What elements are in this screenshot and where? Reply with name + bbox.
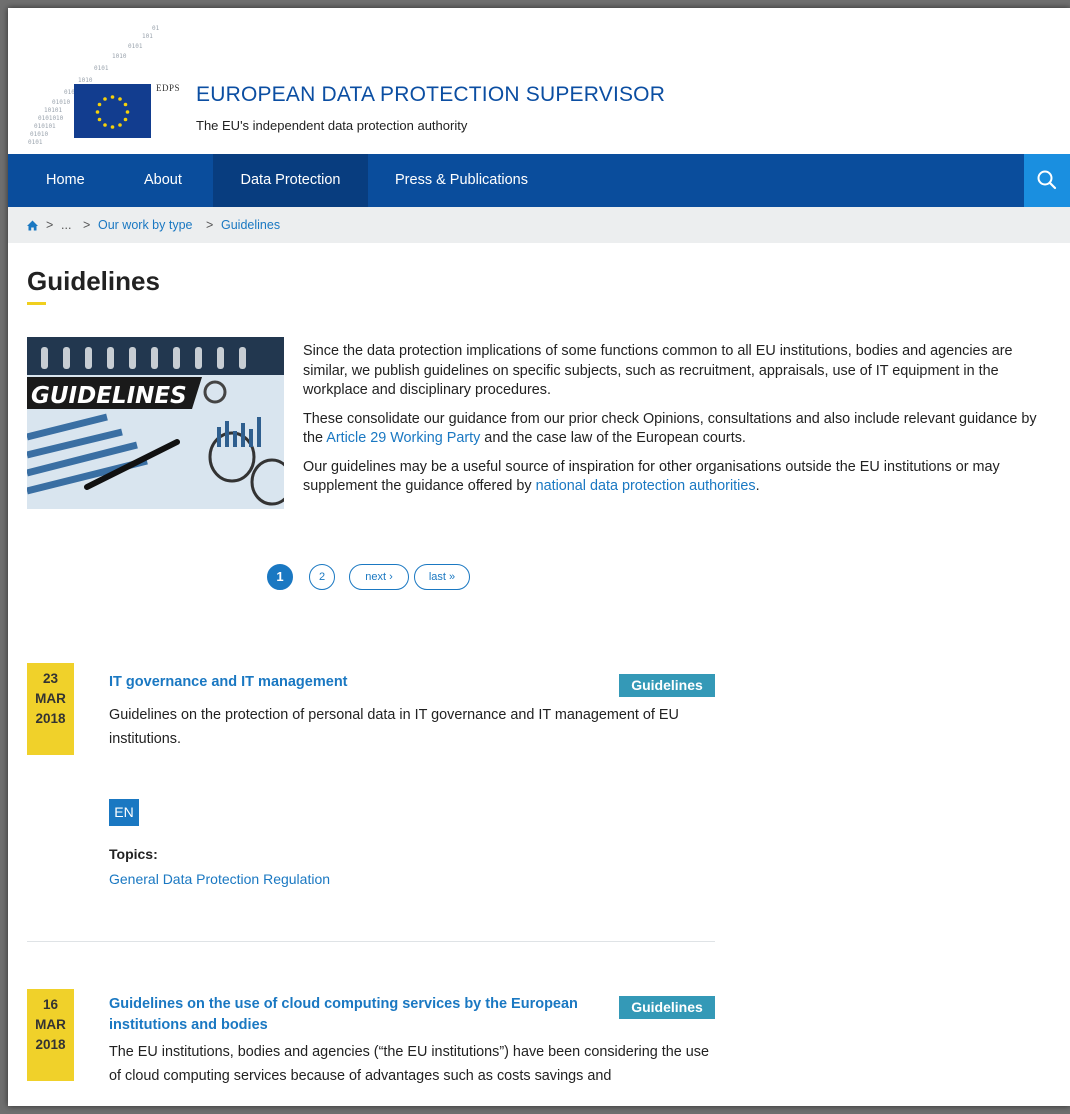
breadcrumb-sep: > — [83, 218, 91, 232]
site-title[interactable]: EUROPEAN DATA PROTECTION SUPERVISOR — [196, 83, 665, 107]
search-icon — [1037, 170, 1057, 190]
intro-paragraph-3: Our guidelines may be a useful source of… — [303, 458, 1000, 495]
main-nav: Home About Data Protection Press & Publi… — [8, 154, 1070, 207]
nav-item-press-publications[interactable]: Press & Publications — [395, 154, 555, 207]
item-divider — [27, 941, 715, 942]
next-page-button[interactable]: next › — [349, 564, 409, 590]
intro-paragraph-2: These consolidate our guidance from our … — [303, 410, 1037, 447]
page-title: Guidelines — [27, 266, 160, 296]
national-dpa-link[interactable]: national data protection authorities — [536, 478, 756, 494]
page-2-button[interactable]: 2 — [309, 564, 335, 590]
site-header: 0101 01010 010101 0101010 10101 01010 0101 10… — [8, 8, 1070, 154]
svg-text:10101: 10101 — [44, 107, 62, 114]
svg-text:1010: 1010 — [112, 53, 127, 60]
svg-text:0101: 0101 — [28, 139, 43, 146]
intro-paragraph-1: Since the data protection implications o… — [303, 343, 1013, 398]
last-page-button[interactable]: last » — [414, 564, 470, 590]
browser-page: 0101 01010 010101 0101010 10101 01010 0101 10… — [8, 8, 1070, 1106]
edps-logo[interactable]: 0101 01010 010101 0101010 10101 01010 0101 10… — [24, 20, 180, 148]
breadcrumb: > ... > Our work by type > Guidelines — [8, 207, 1070, 243]
list-item: 16 MAR 2018 Guidelines on the use of clo… — [27, 983, 715, 1106]
language-en-button[interactable]: EN — [109, 799, 139, 826]
item-description: The EU institutions, bodies and agencies… — [109, 1044, 709, 1084]
article-29-link[interactable]: Article 29 Working Party — [326, 430, 480, 446]
site-subtitle: The EU's independent data protection aut… — [196, 118, 468, 133]
svg-text:0101: 0101 — [128, 43, 143, 50]
topics-label: Topics: — [109, 846, 158, 862]
title-underline — [27, 302, 46, 305]
nav-item-about[interactable]: About — [144, 154, 204, 207]
breadcrumb-sep: > — [206, 218, 214, 232]
eu-flag-icon — [74, 84, 151, 138]
nav-item-data-protection[interactable]: Data Protection — [213, 154, 368, 207]
svg-text:0101: 0101 — [94, 65, 109, 72]
svg-text:010101: 010101 — [34, 123, 56, 130]
date-badge: 23 MAR 2018 — [27, 663, 74, 755]
logo-text: EDPS — [156, 83, 181, 93]
breadcrumb-our-work[interactable]: Our work by type — [98, 207, 192, 243]
date-badge: 16 MAR 2018 — [27, 989, 74, 1081]
nav-item-home[interactable]: Home — [46, 154, 106, 207]
svg-text:01010: 01010 — [30, 131, 48, 138]
item-title[interactable]: Guidelines on the use of cloud computing… — [109, 994, 589, 1036]
category-tag[interactable]: Guidelines — [619, 996, 715, 1019]
item-title[interactable]: IT governance and IT management — [109, 672, 348, 693]
breadcrumb-ellipsis[interactable]: ... — [61, 207, 71, 243]
category-tag[interactable]: Guidelines — [619, 674, 715, 697]
svg-text:01: 01 — [152, 25, 160, 32]
search-button[interactable] — [1024, 154, 1070, 207]
breadcrumb-current[interactable]: Guidelines — [221, 207, 280, 243]
svg-text:101: 101 — [142, 33, 153, 40]
svg-text:1010: 1010 — [78, 77, 93, 84]
breadcrumb-sep: > — [46, 218, 54, 232]
hero-label: GUIDELINES — [31, 383, 187, 409]
svg-text:0101010: 0101010 — [38, 115, 64, 122]
intro-text: Since the data protection implications o… — [303, 342, 1055, 506]
topic-link[interactable]: General Data Protection Regulation — [109, 871, 330, 887]
item-description: Guidelines on the protection of personal… — [109, 707, 679, 747]
home-icon[interactable] — [26, 207, 39, 257]
page-1-button[interactable]: 1 — [267, 564, 293, 590]
list-item: 23 MAR 2018 IT governance and IT managem… — [27, 663, 715, 923]
pagination: 1 2 next › last » — [8, 564, 1070, 590]
guidelines-hero-image: GUIDELINES — [27, 337, 284, 509]
svg-text:01010: 01010 — [52, 99, 70, 106]
